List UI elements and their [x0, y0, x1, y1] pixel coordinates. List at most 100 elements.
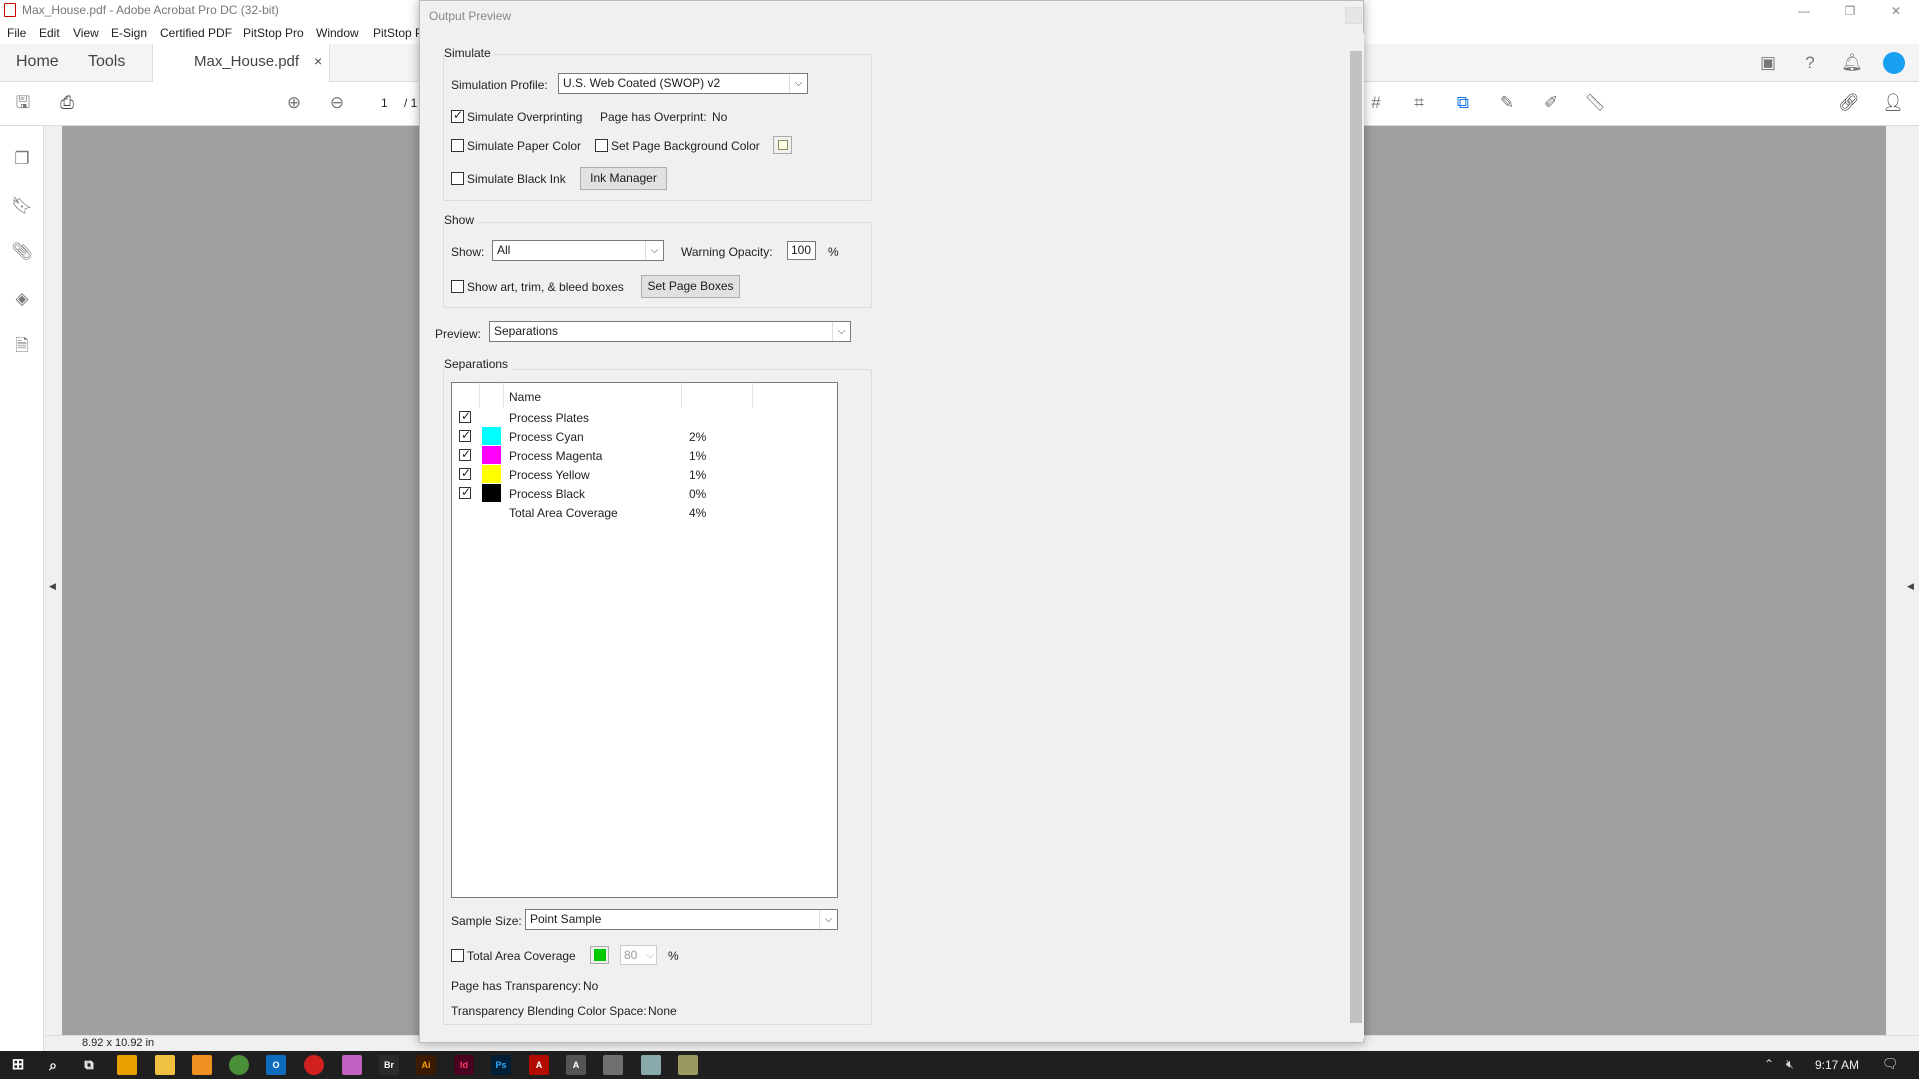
- export-icon[interactable]: ⧉: [1452, 92, 1474, 114]
- separations-list[interactable]: Name Process Plates Process Cyan 2% Proc…: [451, 382, 838, 898]
- prev-page-icon[interactable]: ⊕: [283, 92, 305, 114]
- collapse-left-icon: ◀: [49, 581, 56, 591]
- close-tab-icon[interactable]: ×: [314, 53, 322, 69]
- dialog-scrollbar-thumb[interactable]: [1350, 51, 1362, 1023]
- volume-muted-icon[interactable]: 🔇︎: [1786, 1057, 1794, 1072]
- acrobat-dc-icon[interactable]: A: [566, 1055, 586, 1075]
- search-icon[interactable]: ⌕: [43, 1055, 63, 1075]
- app-search-icon[interactable]: [117, 1055, 137, 1075]
- show-boxes-checkbox[interactable]: [451, 280, 464, 293]
- help-icon[interactable]: ?: [1799, 52, 1821, 74]
- separation-row[interactable]: Process Cyan 2%: [452, 427, 837, 446]
- calculator-icon[interactable]: [678, 1055, 698, 1075]
- bell-icon[interactable]: 🔔︎: [1841, 52, 1863, 74]
- bridge-icon[interactable]: Br: [379, 1055, 399, 1075]
- menu-pitstop-pro[interactable]: PitStop Pro: [243, 26, 304, 40]
- background-color-swatch[interactable]: [773, 136, 792, 154]
- tab-tools[interactable]: Tools: [88, 53, 125, 71]
- coverage-color-swatch[interactable]: [590, 946, 609, 964]
- acrobat-taskbar-icon[interactable]: A: [529, 1055, 549, 1075]
- separation-row[interactable]: Process Yellow 1%: [452, 465, 837, 484]
- crop-icon[interactable]: ⌗: [1408, 92, 1430, 114]
- menu-pitstop-p[interactable]: PitStop P: [373, 26, 423, 40]
- total-area-coverage-checkbox[interactable]: [451, 949, 464, 962]
- separation-checkbox[interactable]: [459, 466, 471, 480]
- attachment-icon[interactable]: 📎︎: [11, 241, 33, 263]
- separation-checkbox[interactable]: [459, 447, 471, 461]
- tab-document[interactable]: Max_House.pdf ×: [152, 44, 330, 82]
- separation-row[interactable]: Process Black 0%: [452, 484, 837, 503]
- task-view-icon[interactable]: ⧉: [79, 1055, 99, 1075]
- menu-certified-pdf[interactable]: Certified PDF: [160, 26, 232, 40]
- coverage-swatch-fill: [594, 949, 606, 961]
- layers-icon[interactable]: ◈: [11, 288, 33, 310]
- notifications-icon[interactable]: 🗨︎: [1882, 1056, 1899, 1072]
- indesign-icon[interactable]: Id: [454, 1055, 474, 1075]
- tab-home[interactable]: Home: [16, 53, 59, 71]
- user-search-icon[interactable]: 👤︎: [1882, 92, 1904, 114]
- coverage-value-select[interactable]: 80 ⌵: [620, 945, 657, 965]
- document-scrollbar[interactable]: [1886, 126, 1904, 1035]
- menu-esign[interactable]: E-Sign: [111, 26, 147, 40]
- link-icon[interactable]: 🔗︎: [1838, 92, 1860, 114]
- bookmark-icon[interactable]: 🔖︎: [11, 195, 33, 217]
- share-screen-icon[interactable]: ▣: [1757, 52, 1779, 74]
- chevron-down-icon: ⌵: [645, 241, 663, 260]
- crop-marks-icon[interactable]: #: [1365, 92, 1387, 114]
- menu-window[interactable]: Window: [316, 26, 359, 40]
- separation-checkbox[interactable]: [459, 485, 471, 499]
- preview-select[interactable]: Separations ⌵: [489, 321, 851, 342]
- brush-icon[interactable]: ✐: [1540, 92, 1562, 114]
- simulate-group-label: Simulate: [444, 46, 494, 60]
- menu-file[interactable]: File: [7, 26, 26, 40]
- next-page-icon[interactable]: ⊖: [326, 92, 348, 114]
- warning-opacity-input[interactable]: 100: [787, 241, 816, 260]
- close-window-icon[interactable]: ✕: [1873, 0, 1919, 22]
- separation-checkbox[interactable]: [459, 409, 471, 423]
- menu-view[interactable]: View: [73, 26, 99, 40]
- print-icon[interactable]: ⎙: [56, 92, 78, 114]
- chrome-icon[interactable]: [229, 1055, 249, 1075]
- pages-icon[interactable]: ❐: [11, 148, 33, 170]
- app-red-icon[interactable]: [304, 1055, 324, 1075]
- show-group-label: Show: [444, 213, 478, 227]
- outlook-icon[interactable]: O: [266, 1055, 286, 1075]
- document-app-icon[interactable]: [603, 1055, 623, 1075]
- simulate-overprinting-checkbox[interactable]: [451, 108, 464, 123]
- save-icon[interactable]: 🖫: [12, 92, 34, 114]
- separation-row[interactable]: Total Area Coverage 4%: [452, 503, 837, 522]
- file-explorer-icon[interactable]: [155, 1055, 175, 1075]
- simulation-profile-select[interactable]: U.S. Web Coated (SWOP) v2 ⌵: [558, 73, 808, 94]
- ruler-icon[interactable]: 📏︎: [1584, 92, 1606, 114]
- illustrator-icon[interactable]: Ai: [416, 1055, 436, 1075]
- clock[interactable]: 9:17 AM: [1815, 1058, 1859, 1072]
- restore-icon[interactable]: ❐: [1827, 0, 1873, 22]
- coverage-percent: %: [668, 949, 679, 963]
- set-page-boxes-button[interactable]: Set Page Boxes: [641, 275, 740, 298]
- ink-manager-button[interactable]: Ink Manager: [580, 167, 667, 190]
- simulate-black-ink-checkbox[interactable]: [451, 172, 464, 185]
- tray-chevron-icon[interactable]: ⌃: [1764, 1057, 1774, 1071]
- windows-start-icon[interactable]: ⊞: [8, 1055, 28, 1075]
- separation-row[interactable]: Process Magenta 1%: [452, 446, 837, 465]
- separation-row[interactable]: Process Plates: [452, 408, 837, 427]
- avatar[interactable]: [1883, 52, 1905, 74]
- separation-checkbox[interactable]: [459, 428, 471, 442]
- document-icon[interactable]: 🗎: [11, 335, 33, 357]
- window-title: Max_House.pdf - Adobe Acrobat Pro DC (32…: [22, 3, 279, 17]
- app-photos-icon[interactable]: [342, 1055, 362, 1075]
- set-page-background-color-checkbox[interactable]: [595, 139, 608, 152]
- notes-app-icon[interactable]: [641, 1055, 661, 1075]
- menu-edit[interactable]: Edit: [39, 26, 60, 40]
- sample-size-select[interactable]: Point Sample ⌵: [525, 909, 838, 930]
- edit-pen-icon[interactable]: ✎: [1496, 92, 1518, 114]
- dialog-close-button[interactable]: [1345, 7, 1362, 24]
- simulate-paper-color-checkbox[interactable]: [451, 139, 464, 152]
- right-panel-toggle[interactable]: ◀: [1904, 126, 1919, 1037]
- show-select[interactable]: All ⌵: [492, 240, 664, 261]
- left-panel-toggle[interactable]: ◀: [44, 126, 62, 1037]
- minimize-icon[interactable]: —: [1781, 0, 1827, 22]
- apps-grid-icon[interactable]: [192, 1055, 212, 1075]
- photoshop-icon[interactable]: Ps: [491, 1055, 511, 1075]
- page-number-input[interactable]: 1: [381, 96, 388, 110]
